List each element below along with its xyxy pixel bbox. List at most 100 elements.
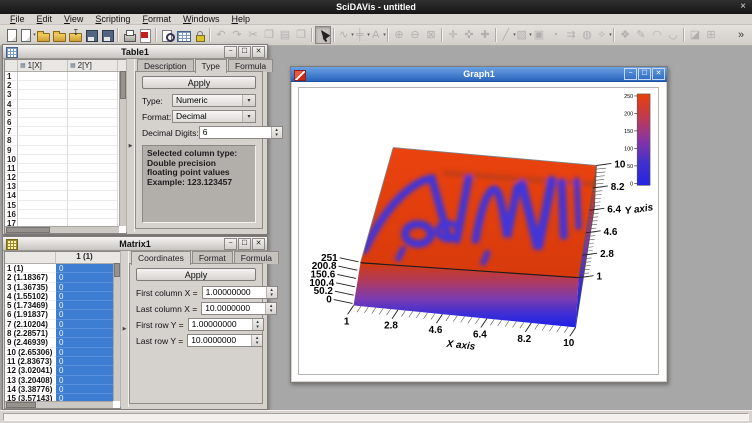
matrix1-vertical-scrollbar[interactable] bbox=[113, 263, 120, 401]
matrix-cell[interactable]: 0 bbox=[56, 320, 113, 329]
table-cell[interactable] bbox=[68, 173, 118, 182]
row-number[interactable]: 8 bbox=[5, 136, 18, 145]
menu-view[interactable]: View bbox=[58, 14, 89, 24]
matrix-row-header[interactable]: 10 (2.65306) bbox=[5, 348, 56, 357]
menu-scripting[interactable]: Scripting bbox=[89, 14, 136, 24]
menu-edit[interactable]: Edit bbox=[31, 14, 59, 24]
matrix-row-header[interactable]: 6 (1.91837) bbox=[5, 310, 56, 319]
table-cell[interactable] bbox=[68, 146, 118, 155]
table-cell[interactable] bbox=[18, 201, 68, 210]
project-explorer-button[interactable] bbox=[159, 26, 175, 44]
row-number[interactable]: 7 bbox=[5, 127, 18, 136]
close-button[interactable]: ✕ bbox=[252, 46, 265, 58]
matrix-cell[interactable]: 0 bbox=[56, 283, 113, 292]
delete-selection-button[interactable]: ❒ bbox=[293, 26, 309, 44]
matrix-cell[interactable]: 0 bbox=[56, 357, 113, 366]
close-button[interactable]: ✕ bbox=[252, 238, 265, 250]
combo-caret-icon[interactable] bbox=[242, 95, 255, 106]
table-cell[interactable] bbox=[18, 81, 68, 90]
copy-button[interactable]: ❐ bbox=[261, 26, 277, 44]
matrix-row-header[interactable]: 1 (1) bbox=[5, 264, 56, 273]
row-number[interactable]: 11 bbox=[5, 164, 18, 173]
matrix-cell[interactable]: 0 bbox=[56, 301, 113, 310]
matrix-column-header[interactable]: 1 (1) bbox=[56, 252, 113, 263]
menu-format[interactable]: Format bbox=[136, 14, 177, 24]
add-column-button[interactable]: ⊞ bbox=[703, 26, 719, 44]
table-cell[interactable] bbox=[68, 201, 118, 210]
matrix-cell[interactable]: 0 bbox=[56, 338, 113, 347]
maximize-button[interactable]: ☐ bbox=[638, 68, 651, 80]
row-number[interactable]: 10 bbox=[5, 155, 18, 164]
minimize-button[interactable]: − bbox=[224, 238, 237, 250]
row-number[interactable]: 15 bbox=[5, 201, 18, 210]
row-number[interactable]: 13 bbox=[5, 182, 18, 191]
first-column-x-spinbox[interactable]: 1.00000000 bbox=[202, 286, 278, 299]
table-cell[interactable] bbox=[18, 136, 68, 145]
table-cell[interactable] bbox=[68, 100, 118, 109]
row-number[interactable]: 3 bbox=[5, 90, 18, 99]
matrix-cell[interactable]: 0 bbox=[56, 385, 113, 394]
surface-plot-button[interactable]: ❖ bbox=[617, 26, 633, 44]
draw-line-button[interactable]: ╱▾ bbox=[499, 26, 515, 44]
row-number[interactable]: 12 bbox=[5, 173, 18, 182]
matrix-row-header[interactable]: 7 (2.10204) bbox=[5, 320, 56, 329]
table-cell[interactable] bbox=[18, 72, 68, 81]
save-template-button[interactable] bbox=[99, 26, 115, 44]
table-cell[interactable] bbox=[18, 118, 68, 127]
table-cell[interactable] bbox=[18, 146, 68, 155]
first-row-y-spinbox[interactable]: 1.00000000 bbox=[188, 318, 264, 331]
matrix1-titlebar[interactable]: Matrix1 − ☐ ✕ bbox=[3, 237, 267, 251]
matrix-row-header[interactable]: 4 (1.55102) bbox=[5, 292, 56, 301]
screen-reader-button[interactable]: ✛ bbox=[445, 26, 461, 44]
app-close-icon[interactable]: × bbox=[740, 0, 746, 14]
import-ascii-button[interactable] bbox=[67, 26, 83, 44]
cut-button[interactable]: ✂ bbox=[245, 26, 261, 44]
redo-button[interactable]: ↷ bbox=[229, 26, 245, 44]
last-column-x-spinbox[interactable]: 10.0000000 bbox=[201, 302, 277, 315]
table-cell[interactable] bbox=[68, 210, 118, 219]
add-text-button[interactable]: A▾ bbox=[369, 26, 385, 44]
open-template-button[interactable] bbox=[51, 26, 67, 44]
new-project-button[interactable] bbox=[3, 26, 19, 44]
pointer-button[interactable] bbox=[315, 26, 331, 44]
minimize-button[interactable]: − bbox=[624, 68, 637, 80]
maximize-button[interactable]: ☐ bbox=[238, 46, 251, 58]
matrix-cell[interactable]: 0 bbox=[56, 264, 113, 273]
table-cell[interactable] bbox=[68, 155, 118, 164]
plot-3d-sphere-button[interactable]: ◍ bbox=[579, 26, 595, 44]
zoom-out-button[interactable]: ⊖ bbox=[407, 26, 423, 44]
undo-button[interactable]: ↶ bbox=[213, 26, 229, 44]
select-data-range-button[interactable]: ✚ bbox=[477, 26, 493, 44]
matrix-row-header[interactable]: 9 (2.46939) bbox=[5, 338, 56, 347]
spinner-arrows-icon[interactable] bbox=[251, 335, 262, 346]
matrix1-horizontal-scrollbar[interactable] bbox=[5, 401, 113, 408]
spinner-arrows-icon[interactable] bbox=[266, 287, 277, 298]
row-number[interactable]: 5 bbox=[5, 109, 18, 118]
type-select[interactable]: Numeric bbox=[172, 94, 256, 107]
table-cell[interactable] bbox=[68, 109, 118, 118]
data-reader-button[interactable]: ✜ bbox=[461, 26, 477, 44]
matrix-cell[interactable]: 0 bbox=[56, 366, 113, 375]
close-button[interactable]: ✕ bbox=[652, 68, 665, 80]
apply-button[interactable]: Apply bbox=[142, 76, 256, 89]
row-number[interactable]: 1 bbox=[5, 72, 18, 81]
table1-tab-type[interactable]: Type bbox=[195, 59, 227, 73]
new-table-button[interactable]: ◪ bbox=[687, 26, 703, 44]
lock-toolbars-button[interactable] bbox=[191, 26, 207, 44]
rescale-to-show-all-button[interactable]: ⊠ bbox=[423, 26, 439, 44]
scrollbar-thumb[interactable] bbox=[6, 402, 36, 408]
table-cell[interactable] bbox=[18, 100, 68, 109]
matrix-row-header[interactable]: 14 (3.38776) bbox=[5, 385, 56, 394]
table-cell[interactable] bbox=[18, 191, 68, 200]
results-log-button[interactable] bbox=[175, 26, 191, 44]
matrix1-tab-coordinates[interactable]: Coordinates bbox=[131, 251, 191, 265]
paste-button[interactable]: ▤ bbox=[277, 26, 293, 44]
table-cell[interactable] bbox=[68, 191, 118, 200]
decimal-digits-spinbox[interactable]: 6 bbox=[199, 126, 283, 139]
matrix-row-header[interactable]: 8 (2.28571) bbox=[5, 329, 56, 338]
export-pdf-button[interactable] bbox=[137, 26, 153, 44]
maximize-button[interactable]: ☐ bbox=[238, 238, 251, 250]
matrix-row-header[interactable]: 12 (3.02041) bbox=[5, 366, 56, 375]
grayscale-map-button[interactable]: ◡ bbox=[665, 26, 681, 44]
minimize-button[interactable]: − bbox=[224, 46, 237, 58]
